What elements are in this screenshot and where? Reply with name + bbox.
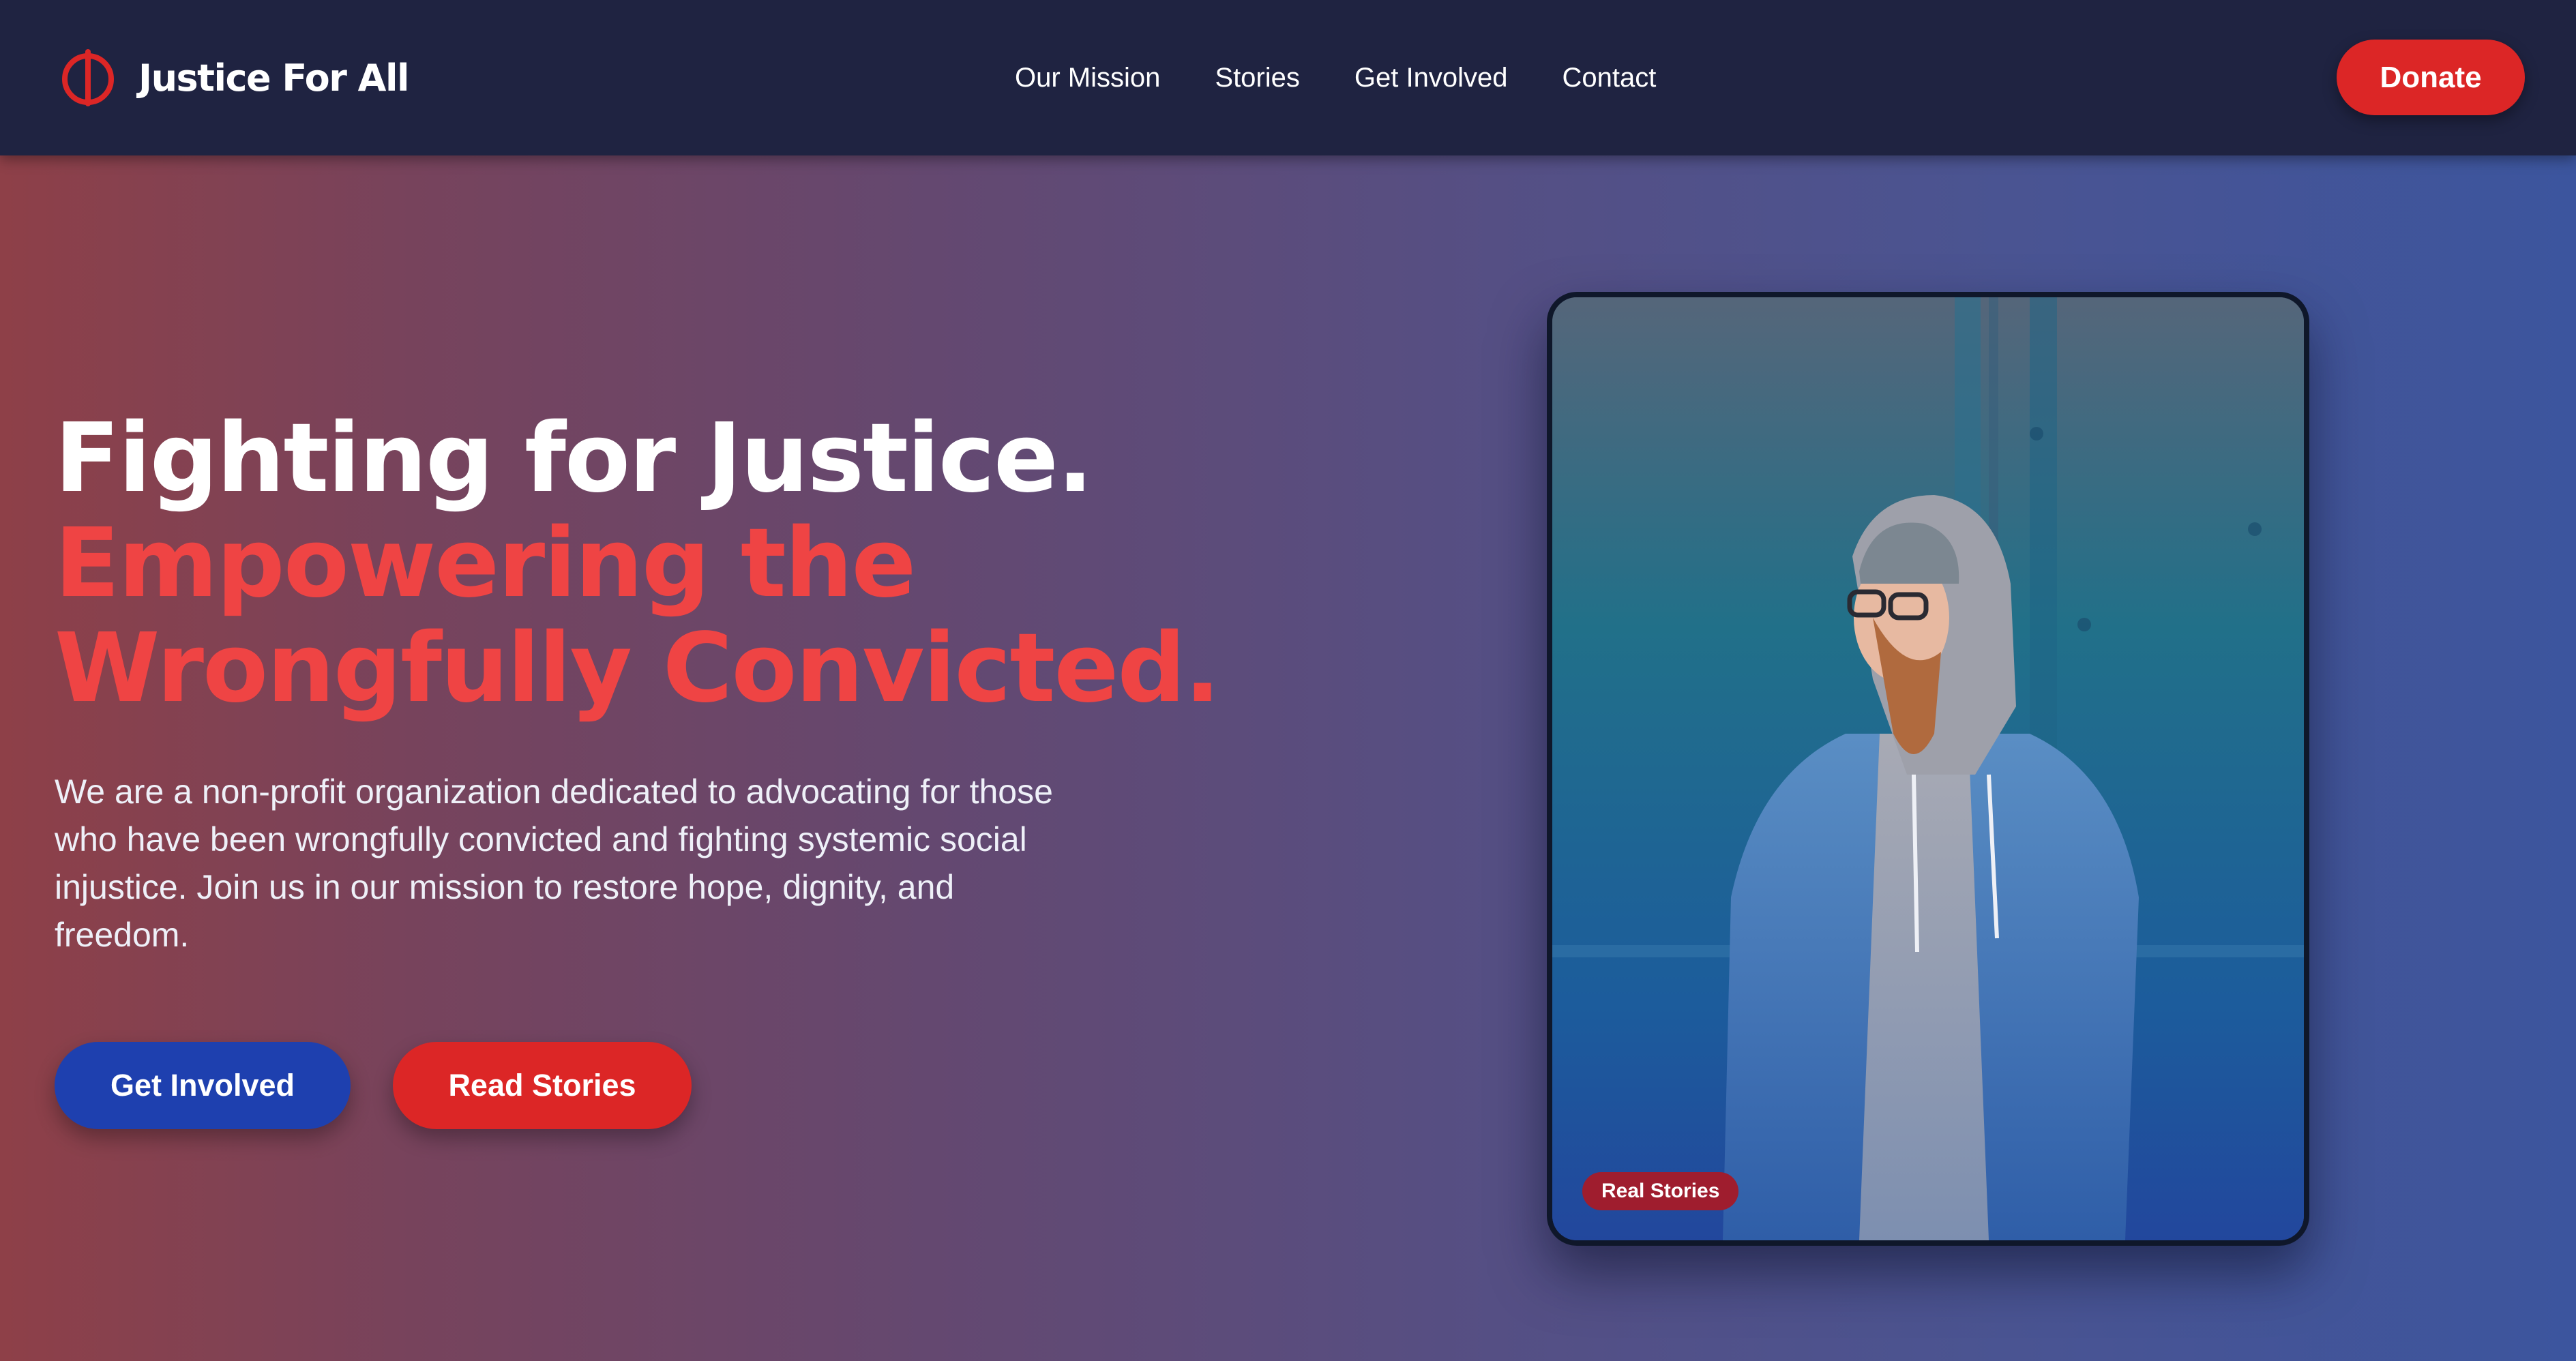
real-stories-badge: Real Stories (1582, 1172, 1739, 1210)
brand-link[interactable]: Justice For All (61, 49, 409, 106)
brand-name: Justice For All (138, 56, 409, 100)
top-navbar: Justice For All Our Mission Stories Get … (0, 0, 2576, 155)
donate-button[interactable]: Donate (2337, 40, 2525, 115)
hero-photo-card: Real Stories (1547, 292, 2309, 1246)
read-stories-button[interactable]: Read Stories (393, 1042, 692, 1129)
headline-line: Fighting for Justice. (55, 403, 1093, 514)
nav-link-get-involved[interactable]: Get Involved (1354, 63, 1508, 93)
headline-highlight: Empowering the Wrongfully Convicted. (55, 508, 1221, 724)
hero-photo (1552, 297, 2304, 1240)
hero-headline: Fighting for Justice. Empowering the Wro… (55, 406, 1282, 721)
get-involved-button[interactable]: Get Involved (55, 1042, 351, 1129)
nav-link-our-mission[interactable]: Our Mission (1015, 63, 1160, 93)
nav-link-stories[interactable]: Stories (1215, 63, 1300, 93)
nav-link-contact[interactable]: Contact (1562, 63, 1656, 93)
main-nav: Our Mission Stories Get Involved Contact (1015, 57, 1656, 98)
hero-description: We are a non-profit organization dedicat… (55, 773, 1053, 954)
power-symbol-icon (62, 49, 114, 106)
hero-section: Fighting for Justice. Empowering the Wro… (0, 155, 2576, 1361)
hero-cta-group: Get Involved Read Stories (55, 1042, 692, 1129)
